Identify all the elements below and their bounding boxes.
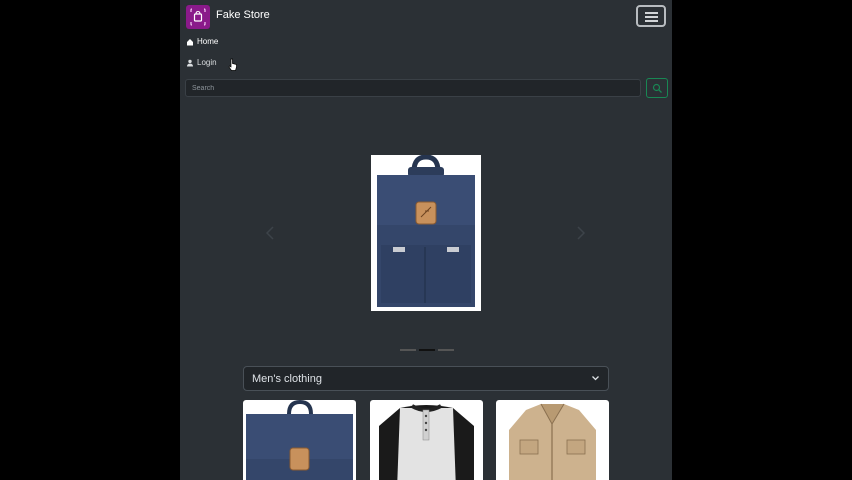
carousel-slide-image: [371, 154, 481, 311]
category-select[interactable]: Men's clothing: [243, 366, 609, 391]
mouse-pointer-icon: [228, 58, 237, 71]
app-frame: Fake Store Home Login Search Men's cloth…: [180, 0, 672, 480]
home-icon: [187, 38, 193, 45]
backpack-image: [377, 154, 475, 307]
product-carousel: [180, 100, 672, 360]
carousel-indicators: [400, 349, 454, 353]
hamburger-menu-icon: [645, 12, 658, 14]
search-button[interactable]: [646, 78, 668, 98]
shopping-bag-icon: [190, 8, 206, 26]
chevron-right-icon: [577, 226, 586, 240]
category-select-value: Men's clothing: [252, 373, 322, 385]
product-card[interactable]: [496, 400, 609, 480]
henley-shirt-image: [379, 404, 474, 480]
carousel-indicator[interactable]: [438, 349, 454, 351]
nav-item-home[interactable]: Home: [186, 37, 218, 46]
brand-logo[interactable]: [186, 5, 210, 29]
hamburger-line: [645, 16, 658, 18]
product-card[interactable]: [243, 400, 356, 480]
carousel-indicator[interactable]: [419, 349, 435, 351]
product-card[interactable]: [370, 400, 483, 480]
carousel-next-button[interactable]: [576, 225, 586, 245]
carousel-prev-button[interactable]: [265, 225, 275, 245]
nav-item-label: Login: [197, 58, 217, 67]
search-input[interactable]: [185, 79, 641, 97]
navbar-toggler-button[interactable]: [636, 5, 666, 27]
chevron-left-icon: [265, 226, 274, 240]
nav-item-label: Home: [197, 37, 219, 46]
search-icon: [652, 83, 662, 93]
nav-item-login[interactable]: Login: [186, 58, 217, 67]
user-icon: [187, 59, 193, 66]
carousel-indicator[interactable]: [400, 349, 416, 351]
brand-name[interactable]: Fake Store: [216, 9, 270, 21]
backpack-image: [246, 400, 353, 480]
chevron-down-icon: [592, 376, 599, 381]
search-bar: [180, 77, 672, 100]
khaki-jacket-image: [509, 403, 596, 480]
hamburger-line: [645, 20, 658, 22]
